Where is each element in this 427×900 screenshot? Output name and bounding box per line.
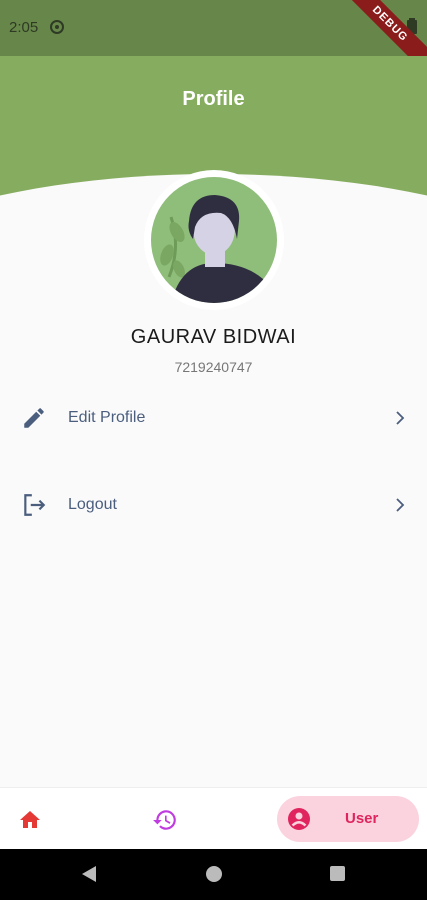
logout-icon: [24, 494, 46, 516]
avatar-illustration: [151, 177, 277, 303]
profile-name: GAURAV BIDWAI: [130, 326, 297, 348]
pencil-icon: [24, 408, 44, 428]
edit-profile-item[interactable]: Edit Profile: [0, 386, 427, 450]
sync-icon: [50, 20, 64, 34]
nav-user-tab[interactable]: User: [277, 796, 419, 842]
system-navigation-bar: [0, 849, 427, 900]
bottom-navigation: User: [0, 787, 427, 849]
home-icon[interactable]: [18, 808, 42, 832]
home-circle-icon[interactable]: [206, 866, 222, 882]
nav-user-label: User: [345, 810, 379, 827]
user-icon: [288, 808, 310, 830]
profile-phone: 7219240747: [174, 359, 253, 375]
chevron-right-icon: [396, 498, 405, 512]
recents-icon[interactable]: [330, 866, 345, 881]
avatar: [144, 170, 284, 310]
history-icon[interactable]: [152, 807, 178, 833]
chevron-right-icon: [396, 411, 405, 425]
status-time: 2:05: [9, 19, 39, 36]
edit-profile-label: Edit Profile: [68, 409, 146, 426]
person-illustration-icon: [160, 195, 271, 303]
logout-item[interactable]: Logout: [0, 473, 427, 537]
page-title: Profile: [182, 88, 245, 110]
back-icon[interactable]: [82, 866, 96, 882]
logout-label: Logout: [68, 496, 117, 513]
